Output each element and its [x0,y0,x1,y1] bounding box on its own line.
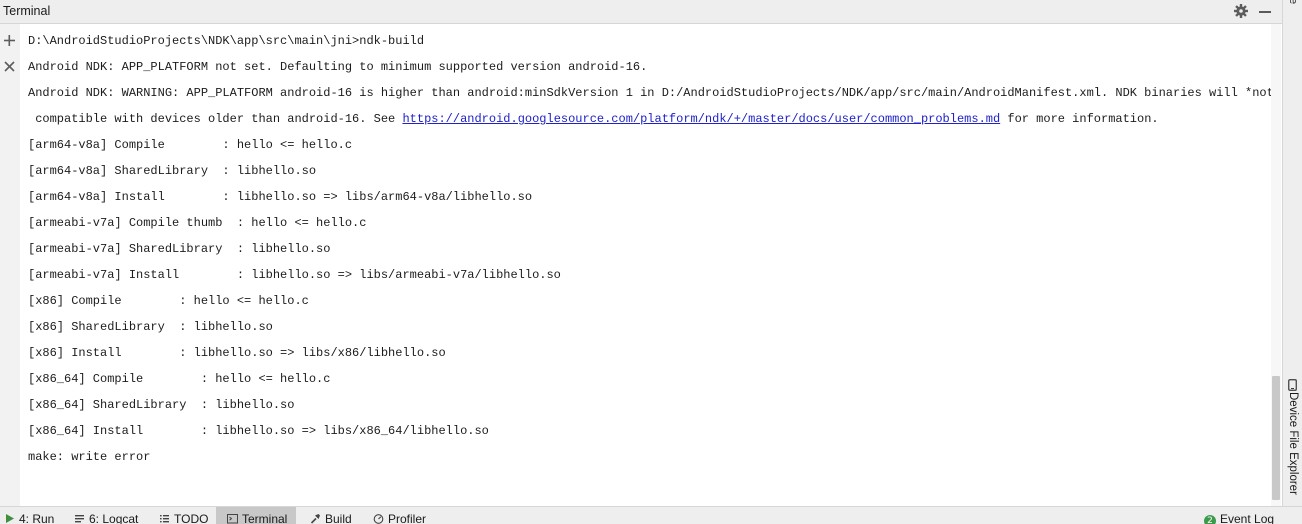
tab-terminal-label: Terminal [242,512,288,524]
tab-todo-label: TODO [174,512,209,524]
right-tool-strip: e Device File Explorer [1282,0,1302,506]
terminal-line: [x86_64] Install : libhello.so => libs/x… [28,424,489,438]
terminal-line: Android NDK: APP_PLATFORM not set. Defau… [28,60,648,74]
terminal-side-toolbar [0,24,20,506]
terminal-line: [x86] Compile : hello <= hello.c [28,294,309,308]
tab-build[interactable]: Build [310,507,352,524]
device-file-explorer-tab[interactable]: Device File Explorer [1285,376,1301,498]
logcat-icon [74,513,85,524]
terminal-line: [x86_64] Compile : hello <= hello.c [28,372,331,386]
terminal-line: [arm64-v8a] Install : libhello.so => lib… [28,190,533,204]
event-log-badge: 2 [1204,515,1216,524]
close-session-icon[interactable] [2,59,17,74]
build-hammer-icon [310,513,321,524]
terminal-line: make: write error [28,450,151,464]
vertical-scrollbar[interactable] [1271,24,1281,506]
common-problems-link[interactable]: https://android.googlesource.com/platfor… [402,112,1000,126]
tab-todo[interactable]: TODO [159,507,208,524]
tool-window-header: Terminal [0,0,1282,24]
tab-logcat-label: 6: Logcat [89,512,139,524]
event-log-button[interactable]: 2 Event Log [1204,507,1274,524]
new-session-plus-icon[interactable] [2,33,17,48]
tool-window-title: Terminal [3,4,51,18]
tab-terminal[interactable]: Terminal [216,507,297,524]
tab-profiler[interactable]: Profiler [373,507,426,524]
terminal-output[interactable]: D:\AndroidStudioProjects\NDK\app\src\mai… [20,24,1272,506]
bottom-tool-window-bar: 4: Run 6: Logcat TODO Terminal Build Pro [0,506,1302,524]
tab-run-label: 4: Run [19,512,55,524]
profiler-icon [373,513,384,524]
tab-logcat[interactable]: 6: Logcat [74,507,138,524]
android-studio-terminal-panel: Terminal D:\AndroidStudioProjects\NDK\ap… [0,0,1302,524]
event-log-label: Event Log [1220,512,1275,524]
hide-panel-icon[interactable] [1259,11,1271,13]
right-strip-tab-partial[interactable]: e [1287,0,1299,4]
tab-profiler-label: Profiler [388,512,427,524]
terminal-line: [armeabi-v7a] Compile thumb : hello <= h… [28,216,367,230]
terminal-line-text: compatible with devices older than andro… [28,112,403,126]
terminal-line: [armeabi-v7a] Install : libhello.so => l… [28,268,561,282]
terminal-line: [arm64-v8a] SharedLibrary : libhello.so [28,164,317,178]
terminal-line: [x86] Install : libhello.so => libs/x86/… [28,346,446,360]
terminal-icon [227,513,238,524]
run-icon [4,513,15,524]
todo-icon [159,513,170,524]
terminal-line: [x86_64] SharedLibrary : libhello.so [28,398,295,412]
device-phone-icon [1288,376,1297,391]
device-file-explorer-label: Device File Explorer [1287,392,1299,495]
terminal-line-suffix: for more information. [1000,112,1159,126]
gear-icon[interactable] [1233,3,1249,19]
terminal-line: [arm64-v8a] Compile : hello <= hello.c [28,138,353,152]
terminal-line-with-link: compatible with devices older than andro… [28,106,1159,132]
tab-build-label: Build [325,512,352,524]
terminal-line: D:\AndroidStudioProjects\NDK\app\src\mai… [28,34,425,48]
terminal-line: [armeabi-v7a] SharedLibrary : libhello.s… [28,242,331,256]
tab-run[interactable]: 4: Run [4,507,54,524]
terminal-line: Android NDK: WARNING: APP_PLATFORM andro… [28,86,1272,100]
scrollbar-thumb[interactable] [1272,376,1280,500]
terminal-line: [x86] SharedLibrary : libhello.so [28,320,273,334]
